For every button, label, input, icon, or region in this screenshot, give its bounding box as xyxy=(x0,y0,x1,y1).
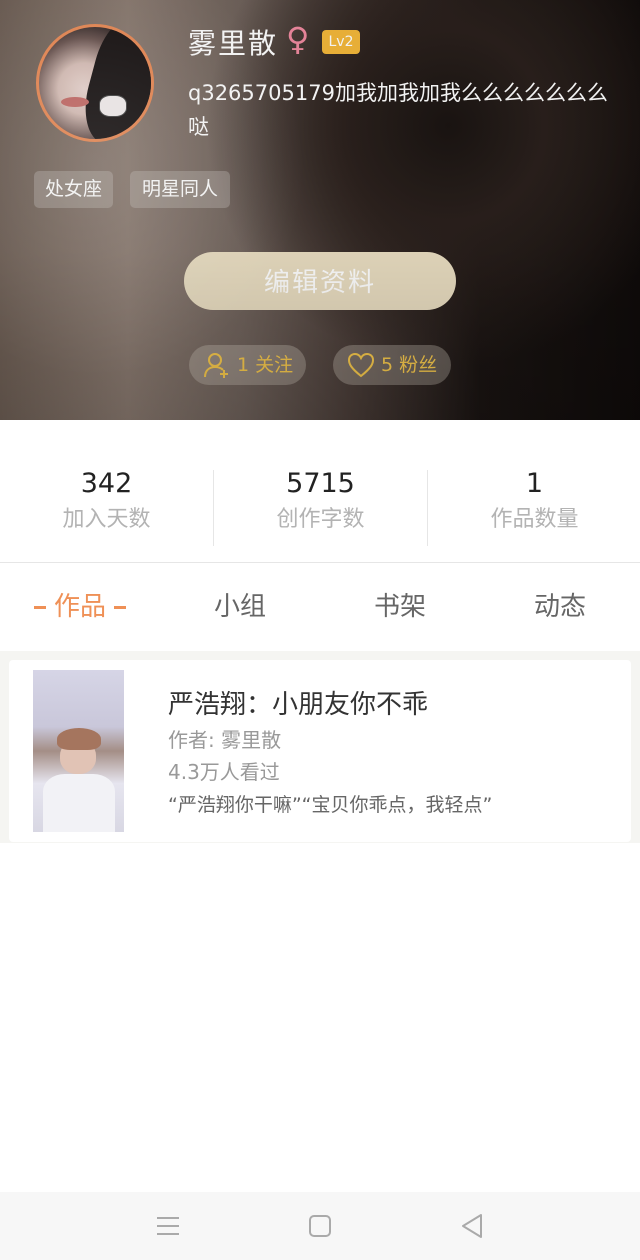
heart-icon xyxy=(347,352,375,378)
menu-icon xyxy=(157,1217,179,1235)
tab-works[interactable]: 作品 xyxy=(0,563,160,651)
female-icon: ♀ xyxy=(286,20,310,58)
stat-works: 1 作品数量 xyxy=(428,468,640,540)
stat-value: 342 xyxy=(80,468,133,499)
tab-groups[interactable]: 小组 xyxy=(160,563,320,651)
tab-bar: 作品 小组 书架 动态 xyxy=(0,563,640,652)
user-name: 雾里散 xyxy=(188,27,279,60)
fans-label: 5 粉丝 xyxy=(381,354,438,376)
stats-bar: 342 加入天数 5715 创作字数 1 作品数量 xyxy=(0,420,640,563)
system-nav-bar xyxy=(0,1192,640,1260)
work-card[interactable]: 严浩翔：小朋友你不乖 作者: 雾里散 4.3万人看过 “严浩翔你干嘛”“宝贝你乖… xyxy=(9,660,631,842)
stat-words: 5715 创作字数 xyxy=(214,468,427,540)
tab-indicator xyxy=(114,606,126,609)
tag-fanfiction[interactable]: 明星同人 xyxy=(130,171,230,208)
stat-label: 创作字数 xyxy=(276,507,365,532)
stat-label: 加入天数 xyxy=(62,507,151,532)
cover-figure xyxy=(43,774,115,832)
home-button[interactable] xyxy=(290,1192,350,1260)
home-icon xyxy=(309,1215,331,1237)
following-button[interactable]: 1 关注 xyxy=(189,345,306,385)
avatar-lips xyxy=(61,97,89,107)
avatar-hair xyxy=(75,27,151,139)
profile-header: 雾里散 ♀ Lv2 q3265705179加我加我加我么么么么么么么哒 处女座 … xyxy=(0,0,640,420)
avatar[interactable] xyxy=(36,24,154,142)
user-bio: q3265705179加我加我加我么么么么么么么哒 xyxy=(188,81,608,139)
work-title[interactable]: 严浩翔：小朋友你不乖 xyxy=(168,684,428,721)
stat-value: 1 xyxy=(525,468,544,499)
work-excerpt: “严浩翔你干嘛”“宝贝你乖点，我轻点” xyxy=(168,794,493,816)
tab-label: 作品 xyxy=(53,592,106,622)
menu-button[interactable] xyxy=(138,1192,198,1260)
following-label: 1 关注 xyxy=(237,354,294,376)
back-button[interactable] xyxy=(442,1192,502,1260)
cover-hair xyxy=(57,728,101,750)
tag-constellation[interactable]: 处女座 xyxy=(34,171,113,208)
avatar-accessory xyxy=(99,95,127,117)
work-author: 作者: 雾里散 xyxy=(168,728,282,752)
add-user-icon xyxy=(204,353,228,378)
work-views: 4.3万人看过 xyxy=(168,760,280,784)
edit-profile-button[interactable]: 编辑资料 xyxy=(184,252,456,310)
stat-label: 作品数量 xyxy=(490,507,579,532)
tab-activity[interactable]: 动态 xyxy=(480,563,640,651)
level-badge: Lv2 xyxy=(322,30,360,54)
tab-indicator xyxy=(33,606,46,609)
stat-days: 342 加入天数 xyxy=(0,468,213,540)
tab-bookshelf[interactable]: 书架 xyxy=(320,563,480,651)
fans-button[interactable]: 5 粉丝 xyxy=(333,345,451,385)
back-icon xyxy=(462,1214,482,1238)
book-cover[interactable] xyxy=(33,670,124,832)
stat-value: 5715 xyxy=(286,468,355,499)
